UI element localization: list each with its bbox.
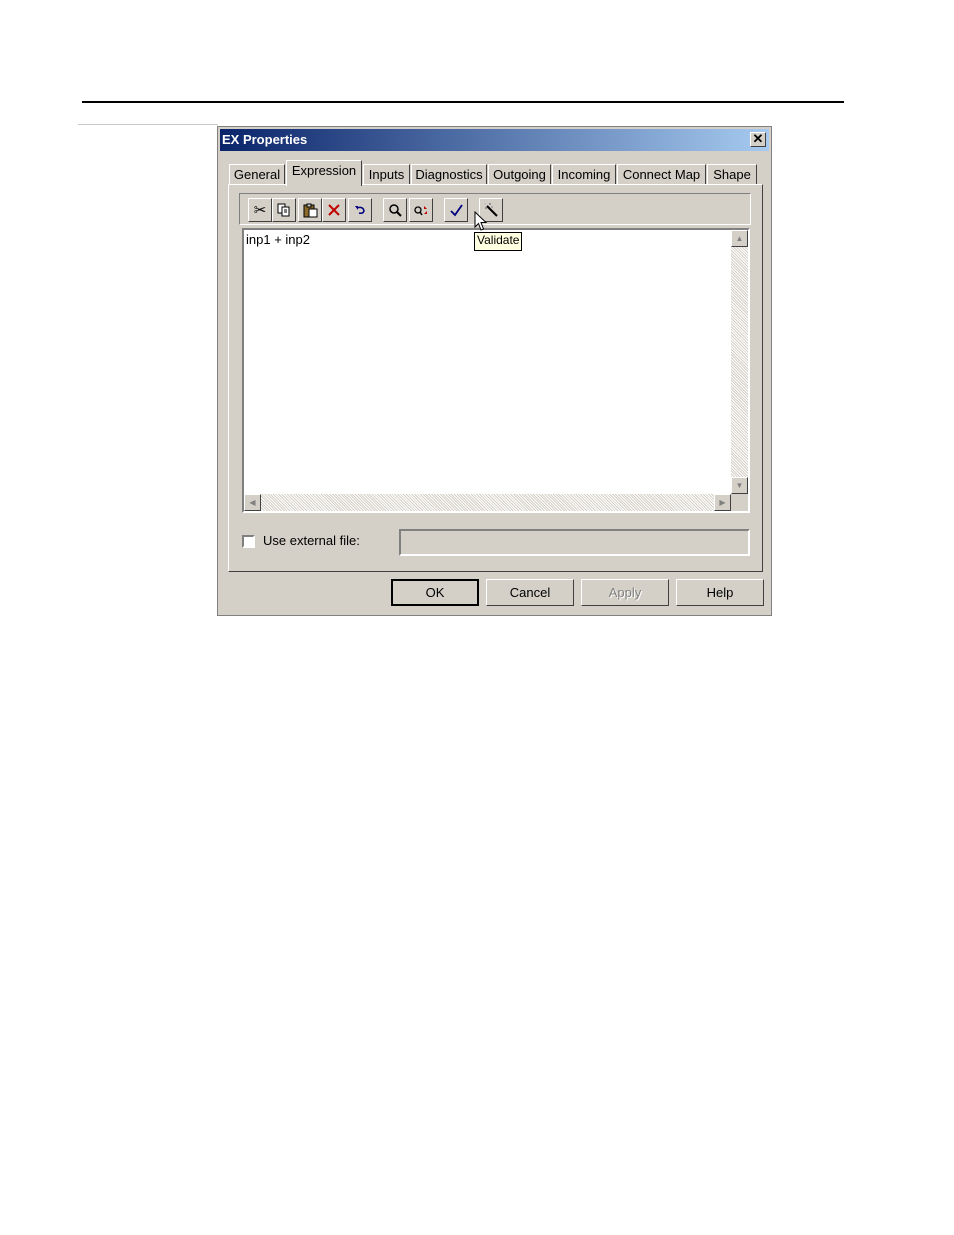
- page-rule-short: [78, 124, 218, 125]
- dialog-title: EX Properties: [222, 132, 308, 147]
- scroll-down-button[interactable]: ▼: [731, 477, 748, 494]
- delete-button[interactable]: [322, 198, 346, 222]
- tab-connect-map[interactable]: Connect Map: [617, 164, 706, 185]
- cut-button[interactable]: ✂: [248, 198, 272, 222]
- horizontal-scrollbar[interactable]: ◀ ▶: [244, 494, 731, 511]
- undo-icon: [355, 206, 365, 214]
- ex-properties-dialog: EX Properties ✕ General Expression Input…: [217, 126, 772, 616]
- cancel-button[interactable]: Cancel: [486, 579, 574, 606]
- scroll-right-button[interactable]: ▶: [714, 494, 731, 511]
- mouse-pointer-icon: [474, 211, 488, 231]
- external-file-input: [399, 529, 750, 556]
- scroll-left-button[interactable]: ◀: [244, 494, 261, 511]
- tab-expression[interactable]: Expression: [286, 160, 362, 186]
- validate-button[interactable]: [444, 198, 468, 222]
- copy-button[interactable]: [272, 198, 296, 222]
- use-external-file-label: Use external file:: [263, 533, 360, 548]
- validate-tooltip: Validate: [474, 232, 523, 251]
- close-icon: ✕: [752, 131, 764, 146]
- copy-icon: [277, 203, 290, 217]
- expression-text: inp1 + inp2: [246, 232, 310, 247]
- tab-incoming[interactable]: Incoming: [552, 164, 616, 185]
- page-rule: [82, 101, 844, 103]
- scrollbar-corner: [731, 494, 748, 511]
- cut-icon: ✂: [253, 202, 267, 219]
- arrow-right-icon: ▶: [719, 498, 726, 507]
- expression-editor[interactable]: inp1 + inp2 ▲ ▼ ◀ ▶: [242, 228, 750, 513]
- title-bar[interactable]: EX Properties ✕: [220, 129, 769, 151]
- vertical-scrollbar[interactable]: ▲ ▼: [731, 230, 748, 494]
- editor-toolbar: ✂: [239, 193, 751, 225]
- close-button[interactable]: ✕: [750, 132, 766, 147]
- paste-button[interactable]: [298, 198, 322, 222]
- apply-button: Apply: [581, 579, 669, 606]
- tab-shape[interactable]: Shape: [707, 164, 757, 185]
- scroll-up-button[interactable]: ▲: [731, 230, 748, 247]
- tab-diagnostics[interactable]: Diagnostics: [411, 164, 487, 185]
- find-icon: [388, 203, 402, 217]
- delete-icon: [328, 204, 340, 216]
- ok-button[interactable]: OK: [391, 579, 479, 606]
- arrow-down-icon: ▼: [735, 481, 744, 490]
- arrow-up-icon: ▲: [735, 234, 744, 243]
- tab-outgoing[interactable]: Outgoing: [488, 164, 551, 185]
- replace-button[interactable]: [409, 198, 433, 222]
- use-external-file-checkbox[interactable]: [242, 535, 255, 548]
- replace-icon: [414, 205, 427, 215]
- tab-inputs[interactable]: Inputs: [363, 164, 410, 185]
- undo-button[interactable]: [348, 198, 372, 222]
- tab-general[interactable]: General: [229, 164, 285, 185]
- help-button[interactable]: Help: [676, 579, 764, 606]
- validate-icon: [449, 203, 463, 216]
- paste-icon: [303, 203, 317, 217]
- find-button[interactable]: [383, 198, 407, 222]
- arrow-left-icon: ◀: [249, 498, 256, 507]
